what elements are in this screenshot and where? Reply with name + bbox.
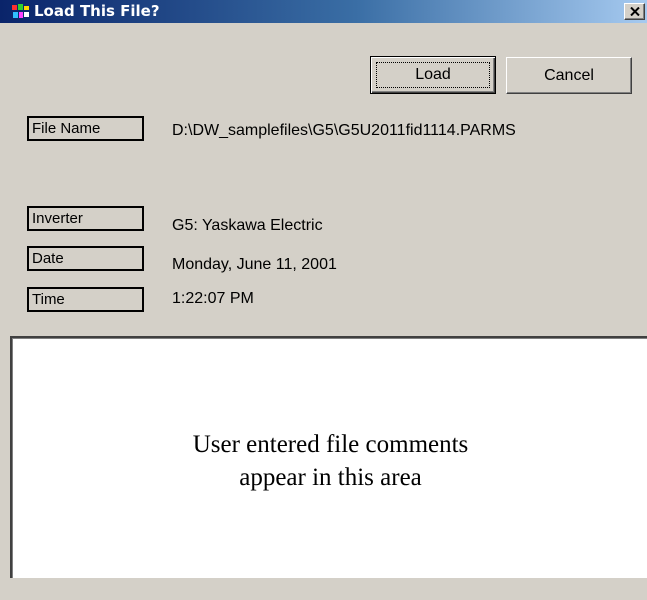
comments-area[interactable]: User entered file comments appear in thi… [10,336,647,578]
file-name-label: File Name [27,116,144,141]
load-button[interactable]: Load [370,56,496,94]
comments-placeholder: User entered file comments appear in thi… [12,428,647,494]
close-icon [629,3,640,21]
title-bar[interactable]: Load This File? [0,0,647,23]
comments-line-1: User entered file comments [192,431,469,458]
inverter-label: Inverter [27,206,144,231]
comments-line-2: appear in this area [239,464,422,491]
cancel-button-label: Cancel [544,66,594,84]
inverter-value: G5: Yaskawa Electric [172,217,323,234]
focus-rectangle [376,62,490,88]
time-label: Time [27,287,144,312]
file-name-value: D:\DW_samplefiles\G5\G5U2011fid1114.PARM… [172,122,516,139]
load-file-dialog: Load This File? Load Cancel File Name D:… [0,0,647,600]
date-value: Monday, June 11, 2001 [172,256,337,273]
close-button[interactable] [624,3,645,20]
time-value: 1:22:07 PM [172,290,254,307]
date-label: Date [27,246,144,271]
dialog-title: Load This File? [34,2,160,20]
application-icon [12,4,30,19]
cancel-button[interactable]: Cancel [506,57,632,94]
